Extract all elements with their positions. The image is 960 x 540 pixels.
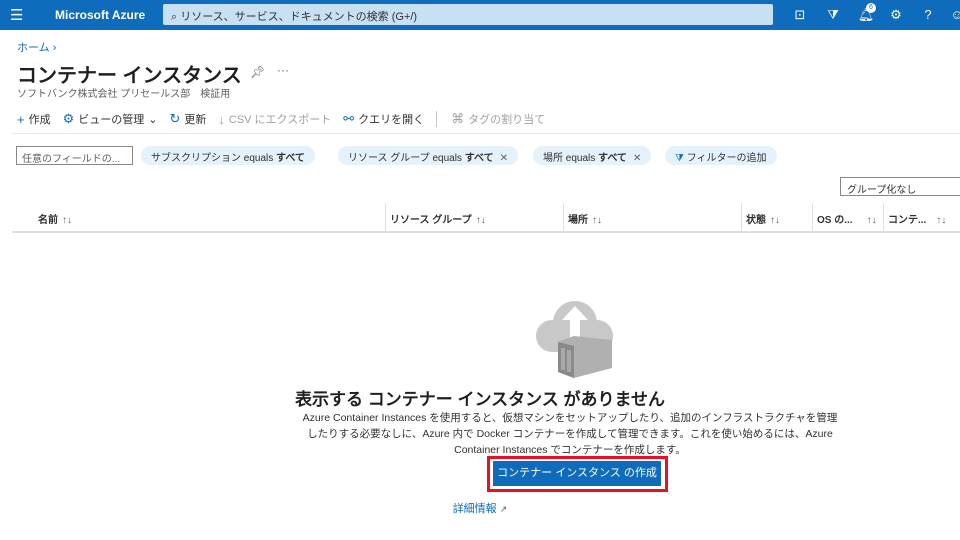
filter-pill-subscription[interactable]: サブスクリプション equals すべて — [141, 146, 315, 165]
divider — [12, 133, 960, 134]
filter-value: すべて — [598, 153, 627, 164]
close-icon[interactable]: ✕ — [633, 153, 641, 164]
column-label: リソース グループ — [390, 215, 472, 226]
create-label: 作成 — [28, 114, 51, 126]
refresh-button[interactable]: ↻ 更新 — [169, 111, 206, 127]
column-header-resource-group[interactable]: リソース グループ ↑↓ — [390, 211, 486, 226]
page-subtitle: ソフトバンク株式会社 プリセールス部 検証用 — [17, 89, 231, 100]
column-divider[interactable] — [385, 203, 386, 231]
empty-state-heading: 表示する コンテナー インスタンス がありません — [295, 390, 665, 409]
export-csv-button[interactable]: ↓ CSV にエクスポート — [218, 111, 331, 127]
filter-value: すべて — [276, 153, 305, 164]
breadcrumb-home[interactable]: ホーム — [17, 42, 50, 54]
filter-pill-location[interactable]: 場所 equals すべて ✕ — [533, 146, 652, 165]
sort-icon: ↑↓ — [866, 215, 877, 226]
column-label: コンテ... — [888, 215, 927, 226]
learn-more-label: 詳細情報 — [452, 503, 497, 515]
filter-label: リソース グループ equals — [348, 153, 465, 164]
create-container-instance-button[interactable]: コンテナー インスタンス の作成 — [493, 461, 661, 486]
sort-icon: ↑↓ — [592, 215, 602, 226]
sort-icon: ↑↓ — [936, 215, 947, 226]
download-icon: ↓ — [218, 111, 225, 127]
add-filter-button[interactable]: ⧩ フィルターの追加 — [665, 146, 777, 165]
refresh-label: 更新 — [184, 114, 207, 126]
hamburger-menu-icon[interactable]: ☰ — [10, 6, 23, 24]
assign-tags-button[interactable]: ⌘ タグの割り当て — [451, 111, 545, 127]
create-button[interactable]: + 作成 — [17, 111, 51, 127]
feedback-icon[interactable]: ☺ — [948, 7, 960, 22]
manage-view-button[interactable]: ⚙ ビューの管理 ⌄ — [63, 111, 158, 127]
manage-view-label: ビューの管理 — [78, 114, 145, 126]
empty-state-description: Azure Container Instances を使用すると、仮想マシンをセ… — [302, 412, 838, 456]
sort-icon: ↑↓ — [770, 215, 780, 226]
directory-filter-icon[interactable]: ⧩ — [824, 7, 842, 23]
top-bar: ☰ Microsoft Azure ⌕ リソース、サービス、ドキュメントの検索 … — [0, 0, 960, 30]
column-divider[interactable] — [563, 203, 564, 231]
column-header-location[interactable]: 場所 ↑↓ — [568, 211, 602, 226]
filter-field-input[interactable]: 任意のフィールドの... — [16, 146, 133, 165]
help-icon[interactable]: ? — [919, 7, 937, 22]
tag-icon: ⌘ — [451, 111, 465, 126]
more-options-icon[interactable]: ··· — [277, 63, 289, 77]
refresh-icon: ↻ — [169, 111, 181, 126]
learn-more-link[interactable]: 詳細情報 ↗ — [0, 500, 960, 516]
column-label: 状態 — [746, 215, 766, 226]
column-header-name[interactable]: 名前 ↑↓ — [38, 211, 72, 226]
cloud-shell-icon[interactable]: ⊡ — [791, 7, 809, 23]
export-csv-label: CSV にエクスポート — [228, 114, 332, 126]
column-header-os[interactable]: OS の... ↑↓ — [817, 211, 877, 226]
column-header-status[interactable]: 状態 ↑↓ — [746, 211, 780, 226]
column-label: 名前 — [38, 215, 58, 226]
brand-logo[interactable]: Microsoft Azure — [55, 8, 145, 22]
search-placeholder: リソース、サービス、ドキュメントの検索 (G+/) — [180, 11, 418, 23]
column-label: 場所 — [568, 215, 588, 226]
notification-badge: 6 — [866, 3, 876, 13]
grouping-select[interactable]: グループ化なし — [840, 177, 960, 196]
filter-pill-resource-group[interactable]: リソース グループ equals すべて ✕ — [338, 146, 518, 165]
pin-icon[interactable]: 📌︎ — [250, 65, 265, 79]
chevron-right-icon: › — [52, 42, 57, 54]
close-icon[interactable]: ✕ — [500, 153, 508, 164]
filter-value: すべて — [464, 153, 494, 164]
add-filter-icon: ⧩ — [675, 153, 687, 164]
column-header-container[interactable]: コンテ... ↑↓ — [888, 211, 946, 226]
column-label: OS の... — [817, 215, 853, 226]
table-header-divider — [12, 231, 960, 233]
assign-tags-label: タグの割り当て — [468, 114, 546, 126]
chevron-down-icon: ⌄ — [148, 113, 158, 126]
filter-label: サブスクリプション equals — [151, 153, 277, 164]
external-link-icon: ↗ — [499, 504, 508, 514]
column-divider[interactable] — [883, 203, 884, 231]
global-search-input[interactable]: ⌕ リソース、サービス、ドキュメントの検索 (G+/) — [163, 4, 773, 25]
gear-icon: ⚙ — [62, 111, 75, 126]
container-cloud-icon — [536, 301, 613, 378]
open-query-button[interactable]: ⚯ クエリを開く — [343, 111, 424, 127]
column-divider[interactable] — [812, 203, 813, 231]
filter-label: 場所 equals — [543, 153, 599, 164]
sort-icon: ↑↓ — [62, 215, 72, 226]
settings-icon[interactable]: ⚙ — [887, 7, 905, 23]
open-query-label: クエリを開く — [358, 114, 425, 126]
page-title: コンテナー インスタンス — [17, 65, 242, 87]
sort-icon: ↑↓ — [475, 215, 486, 226]
command-bar: + 作成 ⚙ ビューの管理 ⌄ ↻ 更新 ↓ CSV にエクスポート ⚯ クエリを開く ⌘ タ… — [17, 110, 553, 128]
add-filter-label: フィルターの追加 — [686, 153, 767, 164]
toolbar-divider — [436, 111, 438, 127]
breadcrumb: ホーム › — [17, 39, 56, 55]
plus-icon: + — [17, 111, 25, 127]
search-icon: ⌕ — [171, 11, 181, 23]
query-icon: ⚯ — [343, 111, 355, 126]
column-divider[interactable] — [741, 203, 742, 231]
